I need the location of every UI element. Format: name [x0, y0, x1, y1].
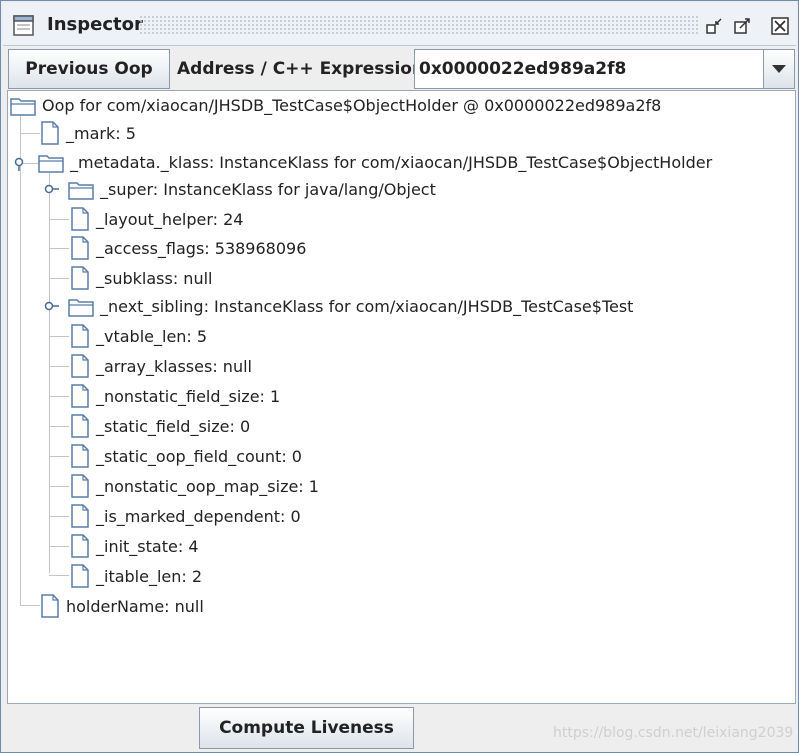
tree-node-super[interactable]: _super: InstanceKlass for java/lang/Obje…: [68, 177, 436, 201]
file-icon: [71, 534, 89, 558]
folder-closed-icon: [68, 182, 94, 200]
tree-node-label: holderName: null: [66, 596, 204, 616]
folder-open-icon: [10, 98, 36, 116]
collapsed-toggle-icon[interactable]: [44, 300, 60, 312]
tree-node-label: _static_oop_field_count: 0: [96, 446, 302, 466]
file-icon: [71, 504, 89, 528]
tree-node-is-marked-dependent[interactable]: _is_marked_dependent: 0: [70, 504, 301, 528]
tree-guide-line: [49, 486, 69, 487]
tree-node-init-state[interactable]: _init_state: 4: [70, 534, 199, 558]
tree-node-label: Oop for com/xiaocan/JHSDB_TestCase$Objec…: [42, 95, 662, 115]
watermark-text: https://blog.csdn.net/leixiang2039: [553, 725, 794, 741]
tree-node-layout-helper[interactable]: _layout_helper: 24: [70, 207, 243, 231]
tree-guide-line: [49, 456, 69, 457]
tree-node-holder-name[interactable]: holderName: null: [40, 594, 204, 618]
tree-node-label: _static_field_size: 0: [96, 416, 251, 436]
tree-guide-line: [20, 133, 40, 134]
tree-guide-line: [49, 426, 69, 427]
folder-closed-icon: [68, 299, 94, 317]
tree-node-nonstatic-field-size[interactable]: _nonstatic_field_size: 1: [70, 384, 280, 408]
collapsed-toggle-icon[interactable]: [44, 183, 60, 195]
window-app-icon: [13, 15, 34, 36]
address-combobox[interactable]: [414, 49, 795, 89]
tree-node-next-sibling[interactable]: _next_sibling: InstanceKlass for com/xia…: [68, 294, 633, 318]
tree-node-nonstatic-oop-map-size[interactable]: _nonstatic_oop_map_size: 1: [70, 474, 319, 498]
file-icon: [41, 594, 59, 618]
file-icon: [71, 444, 89, 468]
tree-guide-line: [49, 336, 69, 337]
file-icon: [71, 266, 89, 290]
tree-node-label: _layout_helper: 24: [96, 209, 244, 229]
file-icon: [71, 564, 89, 588]
file-icon: [71, 414, 89, 438]
tree-node-vtable-len[interactable]: _vtable_len: 5: [70, 324, 207, 348]
tree-node-static-oop-field-count[interactable]: _static_oop_field_count: 0: [70, 444, 302, 468]
tree-guide-line: [49, 396, 69, 397]
inspector-window: Inspector Previous Oop Address / C++ Exp…: [0, 0, 799, 753]
address-input[interactable]: [415, 50, 765, 88]
tree-node-array-klasses[interactable]: _array_klasses: null: [70, 354, 252, 378]
tree-guide-line: [49, 248, 69, 249]
tree-node-label: _metadata._klass: InstanceKlass for com/…: [70, 152, 713, 172]
tree-guide-line: [49, 366, 69, 367]
file-icon: [71, 207, 89, 231]
tree-node-label: _vtable_len: 5: [96, 326, 208, 346]
file-icon: [41, 121, 59, 145]
close-icon[interactable]: [771, 17, 789, 35]
tree-node-mark[interactable]: _mark: 5: [40, 121, 136, 145]
tree-guide-line: [20, 605, 40, 606]
tree-node-label: _subklass: null: [96, 268, 213, 288]
address-label: Address / C++ Expression:: [177, 59, 431, 79]
window-title: Inspector: [47, 14, 143, 35]
file-icon: [71, 324, 89, 348]
file-icon: [71, 236, 89, 260]
tree-node-subklass[interactable]: _subklass: null: [70, 266, 212, 290]
tree-node-label: _next_sibling: InstanceKlass for com/xia…: [100, 296, 634, 316]
title-grip: [139, 15, 699, 35]
tree-node-label: _init_state: 4: [96, 536, 199, 556]
tree-node-metadata[interactable]: _metadata._klass: InstanceKlass for com/…: [38, 150, 712, 174]
tree-node-itable-len[interactable]: _itable_len: 2: [70, 564, 202, 588]
previous-oop-button[interactable]: Previous Oop: [8, 49, 170, 89]
tree-node-label: _array_klasses: null: [96, 356, 252, 376]
tree-guide-line: [49, 219, 69, 220]
tree-node-label: _super: InstanceKlass for java/lang/Obje…: [100, 179, 436, 199]
minimize-icon[interactable]: [705, 17, 723, 35]
tree-guide-line: [49, 278, 69, 279]
tree-node-label: _is_marked_dependent: 0: [96, 506, 301, 526]
dropdown-arrow-icon[interactable]: [763, 50, 794, 88]
tree-node-label: _nonstatic_oop_map_size: 1: [96, 476, 319, 496]
title-bar[interactable]: Inspector: [3, 3, 796, 46]
maximize-icon[interactable]: [733, 17, 751, 35]
tree-guide-line: [49, 516, 69, 517]
file-icon: [71, 384, 89, 408]
tree-node-label: _access_flags: 538968096: [96, 238, 307, 258]
folder-open-icon: [38, 155, 64, 173]
tree-guide-line: [49, 575, 69, 576]
tree-guide-line: [20, 115, 21, 605]
tree-node-access-flags[interactable]: _access_flags: 538968096: [70, 236, 306, 260]
inspector-tree[interactable]: Oop for com/xiaocan/JHSDB_TestCase$Objec…: [7, 90, 796, 704]
tree-node-static-field-size[interactable]: _static_field_size: 0: [70, 414, 250, 438]
tree-node-label: _mark: 5: [66, 123, 136, 143]
expanded-toggle-icon[interactable]: [14, 157, 28, 171]
file-icon: [71, 354, 89, 378]
compute-liveness-button[interactable]: Compute Liveness: [199, 707, 414, 749]
tree-node-label: _itable_len: 2: [96, 566, 203, 586]
file-icon: [71, 474, 89, 498]
tree-guide-line: [49, 546, 69, 547]
tree-guide-line: [49, 173, 50, 573]
tree-node-root[interactable]: Oop for com/xiaocan/JHSDB_TestCase$Objec…: [10, 93, 661, 117]
tree-node-label: _nonstatic_field_size: 1: [96, 386, 281, 406]
